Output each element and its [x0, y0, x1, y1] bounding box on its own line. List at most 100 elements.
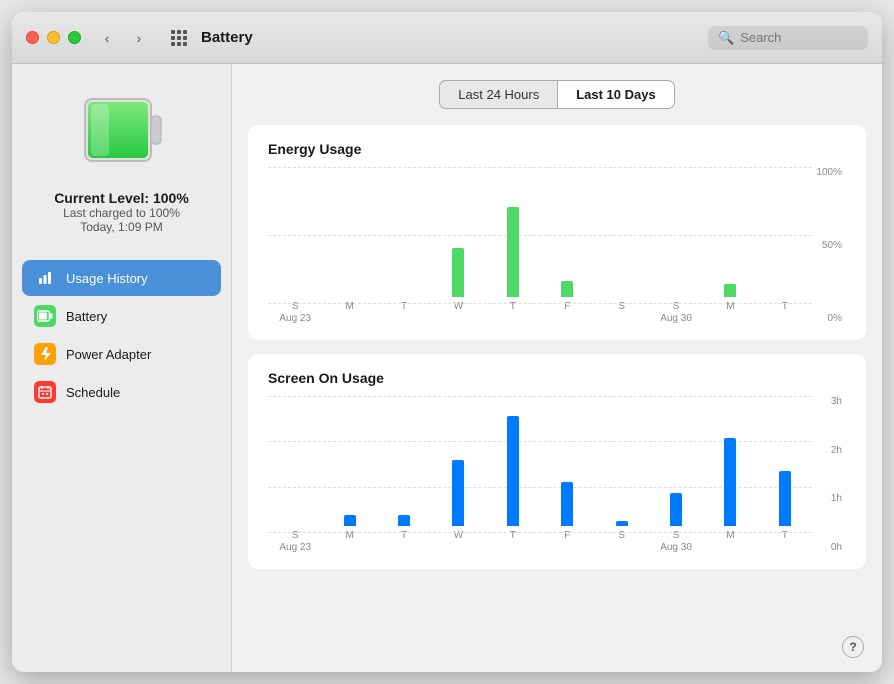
screen-y-3h: 3h — [812, 396, 842, 407]
tab-row: Last 24 Hours Last 10 Days — [248, 80, 866, 109]
energy-bar-4 — [507, 207, 519, 297]
screen-day-6: S — [618, 530, 625, 542]
screen-date-0: Aug 23 — [279, 542, 311, 553]
screen-chart-inner: SAug 23MTWTFSSAug 30MT — [268, 396, 812, 553]
energy-y-labels: 100% 50% 0% — [812, 167, 846, 324]
screen-bar-group-6 — [594, 521, 648, 527]
screen-bar-9 — [779, 471, 791, 526]
energy-x-label-7: SAug 30 — [649, 301, 703, 324]
energy-x-label-6: S — [594, 301, 648, 324]
screen-y-0h: 0h — [812, 542, 842, 553]
energy-bars-row — [268, 167, 812, 297]
traffic-lights — [26, 31, 81, 44]
battery-charged-label: Last charged to 100% — [54, 206, 189, 220]
titlebar: ‹ › Battery 🔍 — [12, 12, 882, 64]
sidebar-item-power-adapter[interactable]: Power Adapter — [22, 336, 221, 372]
screen-bar-2 — [398, 515, 410, 526]
screen-bar-group-9 — [758, 471, 812, 526]
screen-bar-4 — [507, 416, 519, 526]
main-window: ‹ › Battery 🔍 — [12, 12, 882, 672]
energy-bar-5 — [561, 281, 573, 298]
tab-last-24h[interactable]: Last 24 Hours — [439, 80, 557, 109]
window-title: Battery — [201, 29, 708, 46]
battery-graphic — [77, 84, 167, 174]
energy-date-0: Aug 23 — [279, 313, 311, 324]
energy-bar-chart: SAug 23MTWTFSSAug 30MT 100% 50% 0% — [268, 167, 846, 324]
grid-icon[interactable] — [165, 27, 193, 49]
screen-bar-group-3 — [431, 460, 485, 526]
battery-status: Current Level: 100% Last charged to 100%… — [54, 190, 189, 234]
screen-bar-group-2 — [377, 515, 431, 526]
sidebar-label-power-adapter: Power Adapter — [66, 347, 151, 362]
energy-day-7: S — [673, 301, 680, 313]
screen-chart-title: Screen On Usage — [268, 370, 846, 386]
energy-date-7: Aug 30 — [660, 313, 692, 324]
sidebar-item-schedule[interactable]: Schedule — [22, 374, 221, 410]
screen-day-0: S — [292, 530, 299, 542]
screen-y-1h: 1h — [812, 493, 842, 504]
screen-x-label-1: M — [322, 530, 376, 553]
screen-x-label-2: T — [377, 530, 431, 553]
back-button[interactable]: ‹ — [93, 27, 121, 49]
screen-x-label-5: F — [540, 530, 594, 553]
screen-day-2: T — [401, 530, 407, 542]
tab-last-10d[interactable]: Last 10 Days — [557, 80, 675, 109]
screen-bar-chart: SAug 23MTWTFSSAug 30MT 3h 2h 1h 0h — [268, 396, 846, 553]
battery-time-label: Today, 1:09 PM — [54, 220, 189, 234]
sidebar-label-schedule: Schedule — [66, 385, 120, 400]
sidebar: Current Level: 100% Last charged to 100%… — [12, 64, 232, 672]
energy-chart-title: Energy Usage — [268, 141, 846, 157]
forward-button[interactable]: › — [125, 27, 153, 49]
screen-bar-8 — [724, 438, 736, 526]
energy-day-3: W — [454, 301, 463, 313]
right-panel: Last 24 Hours Last 10 Days Energy Usage — [232, 64, 882, 672]
screen-chart-container: Screen On Usage SAug 23MTWTFSSAug 30MT — [248, 354, 866, 569]
energy-bar-3 — [452, 248, 464, 298]
energy-day-5: F — [564, 301, 570, 313]
help-button[interactable]: ? — [842, 636, 864, 658]
nav-buttons: ‹ › — [93, 27, 153, 49]
screen-date-7: Aug 30 — [660, 542, 692, 553]
energy-day-2: T — [401, 301, 407, 313]
energy-day-4: T — [510, 301, 516, 313]
energy-day-0: S — [292, 301, 299, 313]
screen-y-2h: 2h — [812, 445, 842, 456]
minimize-button[interactable] — [47, 31, 60, 44]
search-box[interactable]: 🔍 — [708, 26, 868, 50]
energy-x-label-2: T — [377, 301, 431, 324]
chart-icon — [34, 267, 56, 289]
sidebar-nav: Usage History Battery — [12, 260, 231, 412]
energy-x-label-4: T — [486, 301, 540, 324]
energy-x-label-0: SAug 23 — [268, 301, 322, 324]
screen-bar-7 — [670, 493, 682, 526]
battery-level-label: Current Level: 100% — [54, 190, 189, 206]
energy-bar-group-3 — [431, 248, 485, 298]
main-content: Current Level: 100% Last charged to 100%… — [12, 64, 882, 672]
screen-bar-6 — [616, 521, 628, 527]
screen-bar-3 — [452, 460, 464, 526]
screen-day-8: M — [726, 530, 734, 542]
sidebar-label-usage-history: Usage History — [66, 271, 148, 286]
screen-x-labels: SAug 23MTWTFSSAug 30MT — [268, 530, 812, 553]
maximize-button[interactable] — [68, 31, 81, 44]
search-input[interactable] — [740, 30, 860, 45]
energy-bar-group-8 — [703, 284, 757, 297]
sidebar-item-usage-history[interactable]: Usage History — [22, 260, 221, 296]
screen-x-label-8: M — [703, 530, 757, 553]
screen-bar-group-5 — [540, 482, 594, 526]
energy-chart-inner: SAug 23MTWTFSSAug 30MT — [268, 167, 812, 324]
screen-x-label-7: SAug 30 — [649, 530, 703, 553]
sidebar-item-battery[interactable]: Battery — [22, 298, 221, 334]
screen-x-label-4: T — [486, 530, 540, 553]
screen-bars-row — [268, 396, 812, 526]
screen-day-7: S — [673, 530, 680, 542]
screen-day-9: T — [782, 530, 788, 542]
search-icon: 🔍 — [718, 30, 734, 46]
battery-sidebar-icon — [34, 305, 56, 327]
screen-bar-1 — [344, 515, 356, 526]
screen-y-labels: 3h 2h 1h 0h — [812, 396, 846, 553]
sidebar-label-battery: Battery — [66, 309, 107, 324]
screen-bar-group-8 — [703, 438, 757, 526]
energy-x-labels: SAug 23MTWTFSSAug 30MT — [268, 301, 812, 324]
close-button[interactable] — [26, 31, 39, 44]
